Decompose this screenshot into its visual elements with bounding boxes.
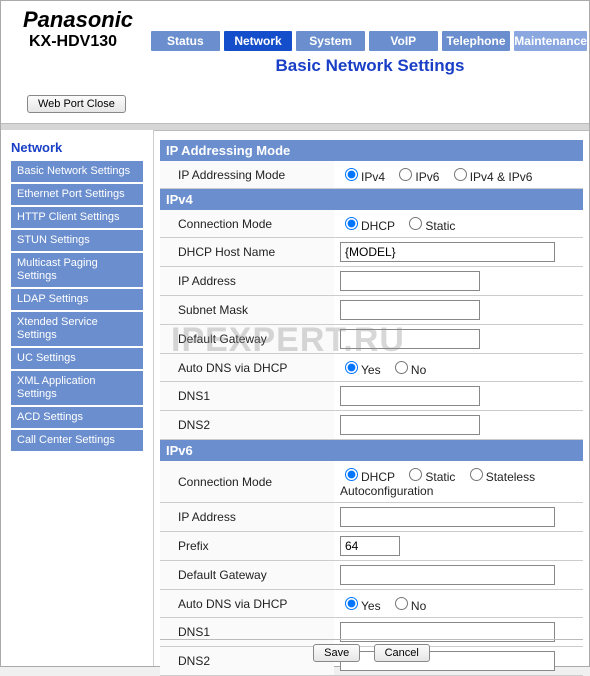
input-ipv6-prefix[interactable] [340,536,400,556]
label-ipv4-ip-address: IP Address [160,267,334,296]
radio-ipv6-label: IPv6 [415,170,439,184]
sidebar-item-xml-application[interactable]: XML Application Settings [11,371,143,405]
radio-ipv4-label: IPv4 [361,170,385,184]
sidebar-item-multicast-paging[interactable]: Multicast Paging Settings [11,253,143,287]
radio-ipv6-stateless[interactable] [470,468,483,481]
radio-ipv4-dhcp[interactable] [345,217,358,230]
input-ipv6-ip-address[interactable] [340,507,555,527]
sidebar-item-ldap[interactable]: LDAP Settings [11,289,143,310]
radio-ipv4-and-ipv6-label: IPv4 & IPv6 [470,170,533,184]
web-port-close-button[interactable]: Web Port Close [27,95,126,113]
radio-ipv6-auto-dns-yes-label: Yes [361,599,381,613]
tab-maintenance[interactable]: Maintenance [514,31,587,51]
radio-ipv4-auto-dns-yes-label: Yes [361,363,381,377]
radio-ipv6-static-label: Static [425,470,455,484]
input-ipv4-ip-address[interactable] [340,271,480,291]
label-ipv4-dns1: DNS1 [160,382,334,411]
label-ipv6-connection-mode: Connection Mode [160,461,334,503]
radio-ipv6-static[interactable] [409,468,422,481]
sidebar-title: Network [1,136,153,161]
label-ipv4-dns2: DNS2 [160,411,334,440]
label-ipv4-default-gateway: Default Gateway [160,325,334,354]
radio-ipv6-auto-dns-no[interactable] [395,597,408,610]
label-ipv4-subnet-mask: Subnet Mask [160,296,334,325]
tab-telephone[interactable]: Telephone [442,31,511,51]
sidebar-item-basic-network[interactable]: Basic Network Settings [11,161,143,182]
input-ipv4-dns1[interactable] [340,386,480,406]
sidebar-item-ethernet-port[interactable]: Ethernet Port Settings [11,184,143,205]
radio-ipv4[interactable] [345,168,358,181]
input-ipv6-default-gateway[interactable] [340,565,555,585]
sidebar-item-stun[interactable]: STUN Settings [11,230,143,251]
save-button[interactable]: Save [313,644,360,662]
top-tabs: Status Network System VoIP Telephone Mai… [151,31,587,51]
tab-network[interactable]: Network [224,31,293,51]
radio-ipv4-static-label: Static [425,219,455,233]
section-ipv4: IPv4 [160,189,583,210]
tab-system[interactable]: System [296,31,365,51]
label-ipv4-connection-mode: Connection Mode [160,210,334,238]
tab-status[interactable]: Status [151,31,220,51]
sidebar: Network Basic Network Settings Ethernet … [1,130,154,666]
radio-ipv4-auto-dns-no[interactable] [395,361,408,374]
label-ipv4-auto-dns: Auto DNS via DHCP [160,354,334,382]
page-title: Basic Network Settings [151,56,589,76]
radio-ipv4-auto-dns-no-label: No [411,363,426,377]
radio-ipv6-auto-dns-yes[interactable] [345,597,358,610]
radio-ipv6-dhcp[interactable] [345,468,358,481]
radio-ipv4-dhcp-label: DHCP [361,219,395,233]
section-ipv6: IPv6 [160,440,583,461]
radio-ipv6[interactable] [399,168,412,181]
model-label: KX-HDV130 [29,33,117,51]
radio-ipv6-auto-dns-no-label: No [411,599,426,613]
radio-ipv4-static[interactable] [409,217,422,230]
label-ipv6-ip-address: IP Address [160,503,334,532]
sidebar-item-call-center[interactable]: Call Center Settings [11,430,143,451]
label-ip-addressing-mode: IP Addressing Mode [160,161,334,189]
label-ipv6-default-gateway: Default Gateway [160,561,334,590]
brand-logo: Panasonic [23,7,133,33]
input-ipv4-dns2[interactable] [340,415,480,435]
footer-bar: Save Cancel [160,639,583,662]
sidebar-item-http-client[interactable]: HTTP Client Settings [11,207,143,228]
radio-ipv4-auto-dns-yes[interactable] [345,361,358,374]
label-ipv4-dhcp-host-name: DHCP Host Name [160,238,334,267]
section-ip-addressing-mode: IP Addressing Mode [160,140,583,161]
tab-voip[interactable]: VoIP [369,31,438,51]
input-ipv4-dhcp-host-name[interactable] [340,242,555,262]
radio-ipv6-dhcp-label: DHCP [361,470,395,484]
radio-ipv4-and-ipv6[interactable] [454,168,467,181]
ip-addressing-mode-group: IPv4 IPv6 IPv4 & IPv6 [334,161,583,189]
label-ipv6-prefix: Prefix [160,532,334,561]
input-ipv4-subnet-mask[interactable] [340,300,480,320]
cancel-button[interactable]: Cancel [374,644,430,662]
label-ipv6-auto-dns: Auto DNS via DHCP [160,590,334,618]
sidebar-item-xtended-service[interactable]: Xtended Service Settings [11,312,143,346]
sidebar-item-acd[interactable]: ACD Settings [11,407,143,428]
sidebar-item-uc[interactable]: UC Settings [11,348,143,369]
main-content: IP Addressing Mode IP Addressing Mode IP… [154,130,589,666]
input-ipv4-default-gateway[interactable] [340,329,480,349]
